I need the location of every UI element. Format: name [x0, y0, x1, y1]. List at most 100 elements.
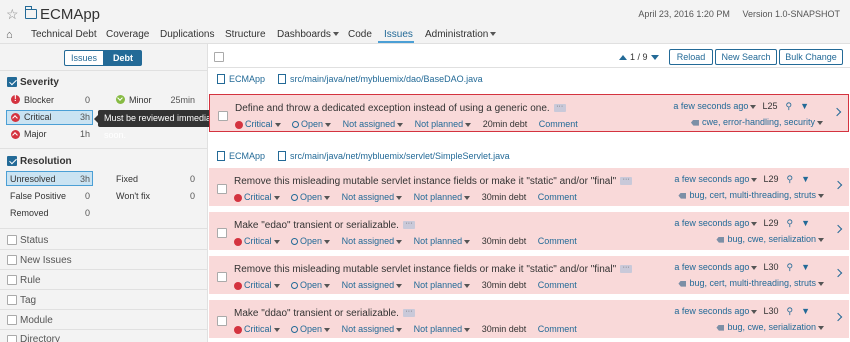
facet-major-label[interactable]: Major: [24, 129, 47, 139]
assignee-dropdown[interactable]: Not assigned: [342, 280, 403, 290]
favorite-star-icon[interactable]: ☆: [6, 6, 19, 23]
status-dropdown[interactable]: Open: [291, 324, 331, 334]
tag-facet-checkbox[interactable]: [7, 295, 17, 305]
resolution-facet-title[interactable]: Resolution: [20, 156, 72, 167]
chevron-right-icon[interactable]: [833, 268, 843, 278]
issue-tags[interactable]: bug, cwe, serialization: [716, 322, 824, 332]
nav-administration[interactable]: Administration: [425, 29, 497, 40]
status-dropdown[interactable]: Open: [291, 192, 331, 202]
home-icon[interactable]: ⌂: [6, 29, 13, 41]
issue-message[interactable]: Make "ddao" transient or serializable. ··…: [234, 308, 415, 319]
nav-coverage[interactable]: Coverage: [106, 29, 149, 40]
plan-dropdown[interactable]: Not planned: [414, 324, 471, 334]
filter-icon[interactable]: ▼: [801, 306, 810, 316]
issue-checkbox[interactable]: [217, 316, 227, 326]
issue-date-link[interactable]: a few seconds ago: [674, 218, 749, 228]
issue-card[interactable]: Remove this misleading mutable servlet i…: [209, 168, 849, 206]
link-icon[interactable]: ⚲: [786, 174, 793, 185]
comment-link[interactable]: Comment: [538, 192, 577, 202]
severity-dropdown[interactable]: Critical: [234, 192, 280, 202]
facet-critical-label[interactable]: Critical: [24, 112, 52, 122]
plan-dropdown[interactable]: Not planned: [414, 192, 471, 202]
rule-facet-checkbox[interactable]: [7, 275, 17, 285]
nav-technical-debt[interactable]: Technical Debt: [31, 29, 97, 40]
status-dropdown[interactable]: Open: [292, 119, 332, 129]
assignee-dropdown[interactable]: Not assigned: [343, 119, 404, 129]
issue-date-link[interactable]: a few seconds ago: [674, 262, 749, 272]
more-icon[interactable]: ···: [620, 176, 633, 186]
issue-card[interactable]: Make "edao" transient or serializable. ··…: [209, 212, 849, 250]
file-path-link[interactable]: src/main/java/net/mybluemix/dao/BaseDAO.…: [290, 74, 483, 84]
filter-icon[interactable]: ▼: [800, 101, 809, 111]
more-icon[interactable]: ···: [620, 264, 633, 274]
issue-tags[interactable]: bug, cert, multi-threading, struts: [678, 190, 824, 200]
comment-link[interactable]: Comment: [538, 236, 577, 246]
module-facet-checkbox[interactable]: [7, 315, 17, 325]
facet-wont-fix-label[interactable]: Won't fix: [116, 191, 150, 201]
nav-dashboards[interactable]: Dashboards: [277, 29, 339, 40]
severity-dropdown[interactable]: Critical: [234, 324, 280, 334]
assignee-dropdown[interactable]: Not assigned: [342, 192, 403, 202]
issue-tags[interactable]: bug, cert, multi-threading, struts: [678, 278, 824, 288]
link-icon[interactable]: ⚲: [786, 218, 793, 229]
severity-facet-checkbox[interactable]: [7, 77, 17, 87]
facet-minor-label[interactable]: Minor: [129, 95, 152, 105]
reload-button[interactable]: Reload: [669, 49, 713, 65]
file-path-link[interactable]: src/main/java/net/mybluemix/servlet/Simp…: [290, 151, 510, 161]
directory-facet-checkbox[interactable]: [7, 335, 17, 342]
new-issues-facet-title[interactable]: New Issues: [20, 255, 72, 266]
tag-facet-title[interactable]: Tag: [20, 295, 36, 306]
issue-date-link[interactable]: a few seconds ago: [674, 306, 749, 316]
link-icon[interactable]: ⚲: [785, 101, 792, 112]
select-all-checkbox[interactable]: [214, 52, 224, 62]
chevron-right-icon[interactable]: [833, 224, 843, 234]
mode-debt-button[interactable]: Debt: [104, 50, 142, 66]
chevron-right-icon[interactable]: [833, 180, 843, 190]
nav-structure[interactable]: Structure: [225, 29, 266, 40]
app-title[interactable]: ECMApp: [40, 6, 100, 23]
new-search-button[interactable]: New Search: [715, 49, 777, 65]
link-icon[interactable]: ⚲: [786, 262, 793, 273]
link-icon[interactable]: ⚲: [786, 306, 793, 317]
resolution-facet-checkbox[interactable]: [7, 156, 17, 166]
comment-link[interactable]: Comment: [539, 119, 578, 129]
facet-removed-label[interactable]: Removed: [10, 208, 49, 218]
facet-blocker-label[interactable]: Blocker: [24, 95, 54, 105]
issue-date-link[interactable]: a few seconds ago: [673, 101, 748, 111]
facet-fixed-label[interactable]: Fixed: [116, 174, 138, 184]
filter-icon[interactable]: ▼: [801, 218, 810, 228]
severity-dropdown[interactable]: Critical: [235, 119, 281, 129]
next-issue-icon[interactable]: [650, 55, 659, 60]
component-link[interactable]: ECMApp: [229, 74, 265, 84]
issue-message[interactable]: Make "edao" transient or serializable. ··…: [234, 220, 415, 231]
rule-facet-title[interactable]: Rule: [20, 275, 41, 286]
severity-dropdown[interactable]: Critical: [234, 280, 280, 290]
filter-icon[interactable]: ▼: [801, 174, 810, 184]
issue-message[interactable]: Remove this misleading mutable servlet i…: [234, 176, 633, 187]
issue-card[interactable]: Define and throw a dedicated exception i…: [209, 94, 849, 132]
facet-false-positive-label[interactable]: False Positive: [10, 191, 66, 201]
mode-issues-button[interactable]: Issues: [64, 50, 104, 66]
assignee-dropdown[interactable]: Not assigned: [342, 236, 403, 246]
issue-date-link[interactable]: a few seconds ago: [674, 174, 749, 184]
status-facet-checkbox[interactable]: [7, 235, 17, 245]
previous-issue-icon[interactable]: [619, 55, 627, 60]
nav-code[interactable]: Code: [348, 29, 372, 40]
issue-card[interactable]: Remove this misleading mutable servlet i…: [209, 256, 849, 294]
more-icon[interactable]: ···: [402, 308, 415, 318]
module-facet-title[interactable]: Module: [20, 315, 53, 326]
more-icon[interactable]: ···: [402, 220, 415, 230]
issue-checkbox[interactable]: [217, 184, 227, 194]
more-icon[interactable]: ···: [553, 103, 566, 113]
issue-message[interactable]: Define and throw a dedicated exception i…: [235, 103, 566, 114]
filter-icon[interactable]: ▼: [801, 262, 810, 272]
plan-dropdown[interactable]: Not planned: [414, 236, 471, 246]
chevron-right-icon[interactable]: [833, 312, 843, 322]
plan-dropdown[interactable]: Not planned: [415, 119, 472, 129]
issue-checkbox[interactable]: [217, 228, 227, 238]
status-dropdown[interactable]: Open: [291, 236, 331, 246]
new-issues-facet-checkbox[interactable]: [7, 255, 17, 265]
status-dropdown[interactable]: Open: [291, 280, 331, 290]
issue-tags[interactable]: cwe, error-handling, security: [690, 117, 823, 127]
severity-dropdown[interactable]: Critical: [234, 236, 280, 246]
